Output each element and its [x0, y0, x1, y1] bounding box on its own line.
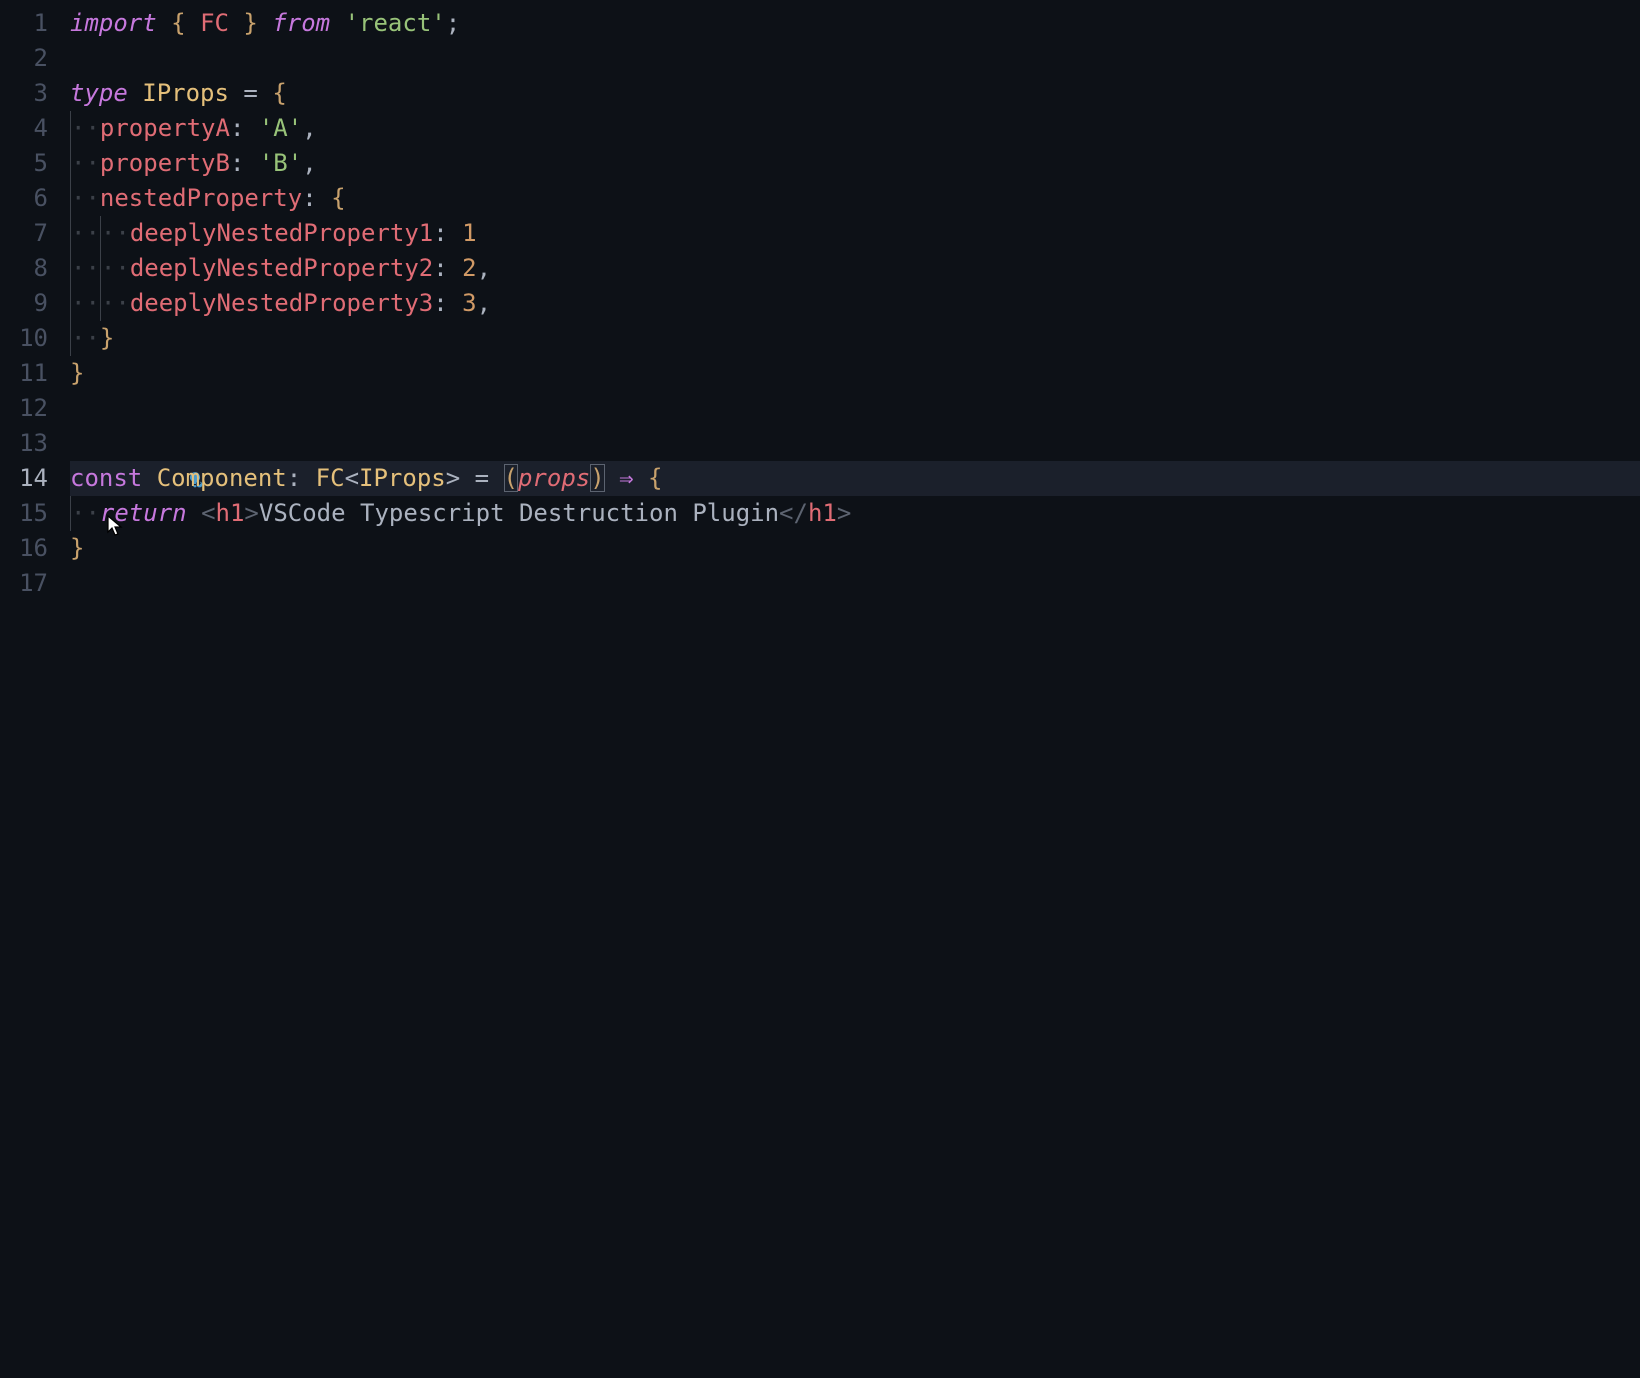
tag-h1-open: h1 — [216, 499, 245, 527]
line-number: 4 — [0, 111, 48, 146]
line-number: 7 — [0, 216, 48, 251]
string-react: 'react' — [345, 9, 446, 37]
paren-open: ( — [504, 464, 518, 492]
string-A: 'A' — [259, 114, 302, 142]
type-FC: FC — [316, 464, 345, 492]
line-number: 2 — [0, 41, 48, 76]
type-IProps: IProps — [359, 464, 446, 492]
jsx-text: VSCode Typescript Destruction Plugin — [259, 499, 779, 527]
code-line[interactable]: const Component: FC<IProps> = (props) ⇒ … — [70, 461, 1640, 496]
code-line[interactable]: ····deeplyNestedProperty1: 1 — [70, 216, 1640, 251]
code-line[interactable] — [70, 566, 1640, 601]
line-number: 3 — [0, 76, 48, 111]
code-line[interactable]: ··propertyA: 'A', — [70, 111, 1640, 146]
prop-nestedProperty: nestedProperty — [100, 184, 302, 212]
arrow: ⇒ — [619, 464, 633, 492]
number-1: 1 — [462, 219, 476, 247]
code-line[interactable]: ····deeplyNestedProperty2: 2, — [70, 251, 1640, 286]
prop-propertyA: propertyA — [100, 114, 230, 142]
prop-deeplyNestedProperty2: deeplyNestedProperty2 — [130, 254, 433, 282]
prop-deeplyNestedProperty3: deeplyNestedProperty3 — [130, 289, 433, 317]
code-line[interactable]: import { FC } from 'react'; — [70, 6, 1640, 41]
code-line[interactable]: ··return <h1>VSCode Typescript Destructi… — [70, 496, 1640, 531]
line-number: 6 — [0, 181, 48, 216]
code-line[interactable]: ··propertyB: 'B', — [70, 146, 1640, 181]
identifier-fc: FC — [200, 9, 229, 37]
line-number: 13 — [0, 426, 48, 461]
line-number: 10 — [0, 321, 48, 356]
line-number: 16 — [0, 531, 48, 566]
code-line[interactable]: ····deeplyNestedProperty3: 3, — [70, 286, 1640, 321]
code-content[interactable]: import { FC } from 'react'; type IProps … — [70, 6, 1640, 1378]
code-line[interactable]: type IProps = { — [70, 76, 1640, 111]
code-line[interactable]: ··nestedProperty: { — [70, 181, 1640, 216]
code-line[interactable]: } — [70, 531, 1640, 566]
code-editor[interactable]: 1 2 3 4 5 6 7 8 9 10 11 12 13 14 15 16 1… — [0, 0, 1640, 1378]
line-number: 5 — [0, 146, 48, 181]
type-iprops: IProps — [142, 79, 229, 107]
line-number: 8 — [0, 251, 48, 286]
param-props: props — [518, 464, 590, 492]
prop-propertyB: propertyB — [100, 149, 230, 177]
keyword-import: import — [70, 9, 157, 37]
paren-close: ) — [590, 464, 604, 492]
lightbulb-icon[interactable] — [70, 429, 88, 447]
line-number-gutter: 1 2 3 4 5 6 7 8 9 10 11 12 13 14 15 16 1… — [0, 6, 70, 1378]
code-line[interactable]: ··} — [70, 321, 1640, 356]
line-number: 14 — [0, 461, 48, 496]
line-number: 15 — [0, 496, 48, 531]
line-number: 12 — [0, 391, 48, 426]
keyword-return: return — [100, 499, 187, 527]
string-B: 'B' — [259, 149, 302, 177]
code-line[interactable] — [70, 426, 1640, 461]
prop-deeplyNestedProperty1: deeplyNestedProperty1 — [130, 219, 433, 247]
number-3: 3 — [462, 289, 476, 317]
line-number: 17 — [0, 566, 48, 601]
code-line[interactable] — [70, 41, 1640, 76]
keyword-const: const — [70, 464, 142, 492]
identifier-Component: Component — [157, 464, 287, 492]
keyword-from: from — [272, 9, 330, 37]
code-line[interactable]: } — [70, 356, 1640, 391]
number-2: 2 — [462, 254, 476, 282]
line-number: 9 — [0, 286, 48, 321]
keyword-type: type — [70, 79, 128, 107]
line-number: 11 — [0, 356, 48, 391]
tag-h1-close: h1 — [808, 499, 837, 527]
line-number: 1 — [0, 6, 48, 41]
code-line[interactable] — [70, 391, 1640, 426]
